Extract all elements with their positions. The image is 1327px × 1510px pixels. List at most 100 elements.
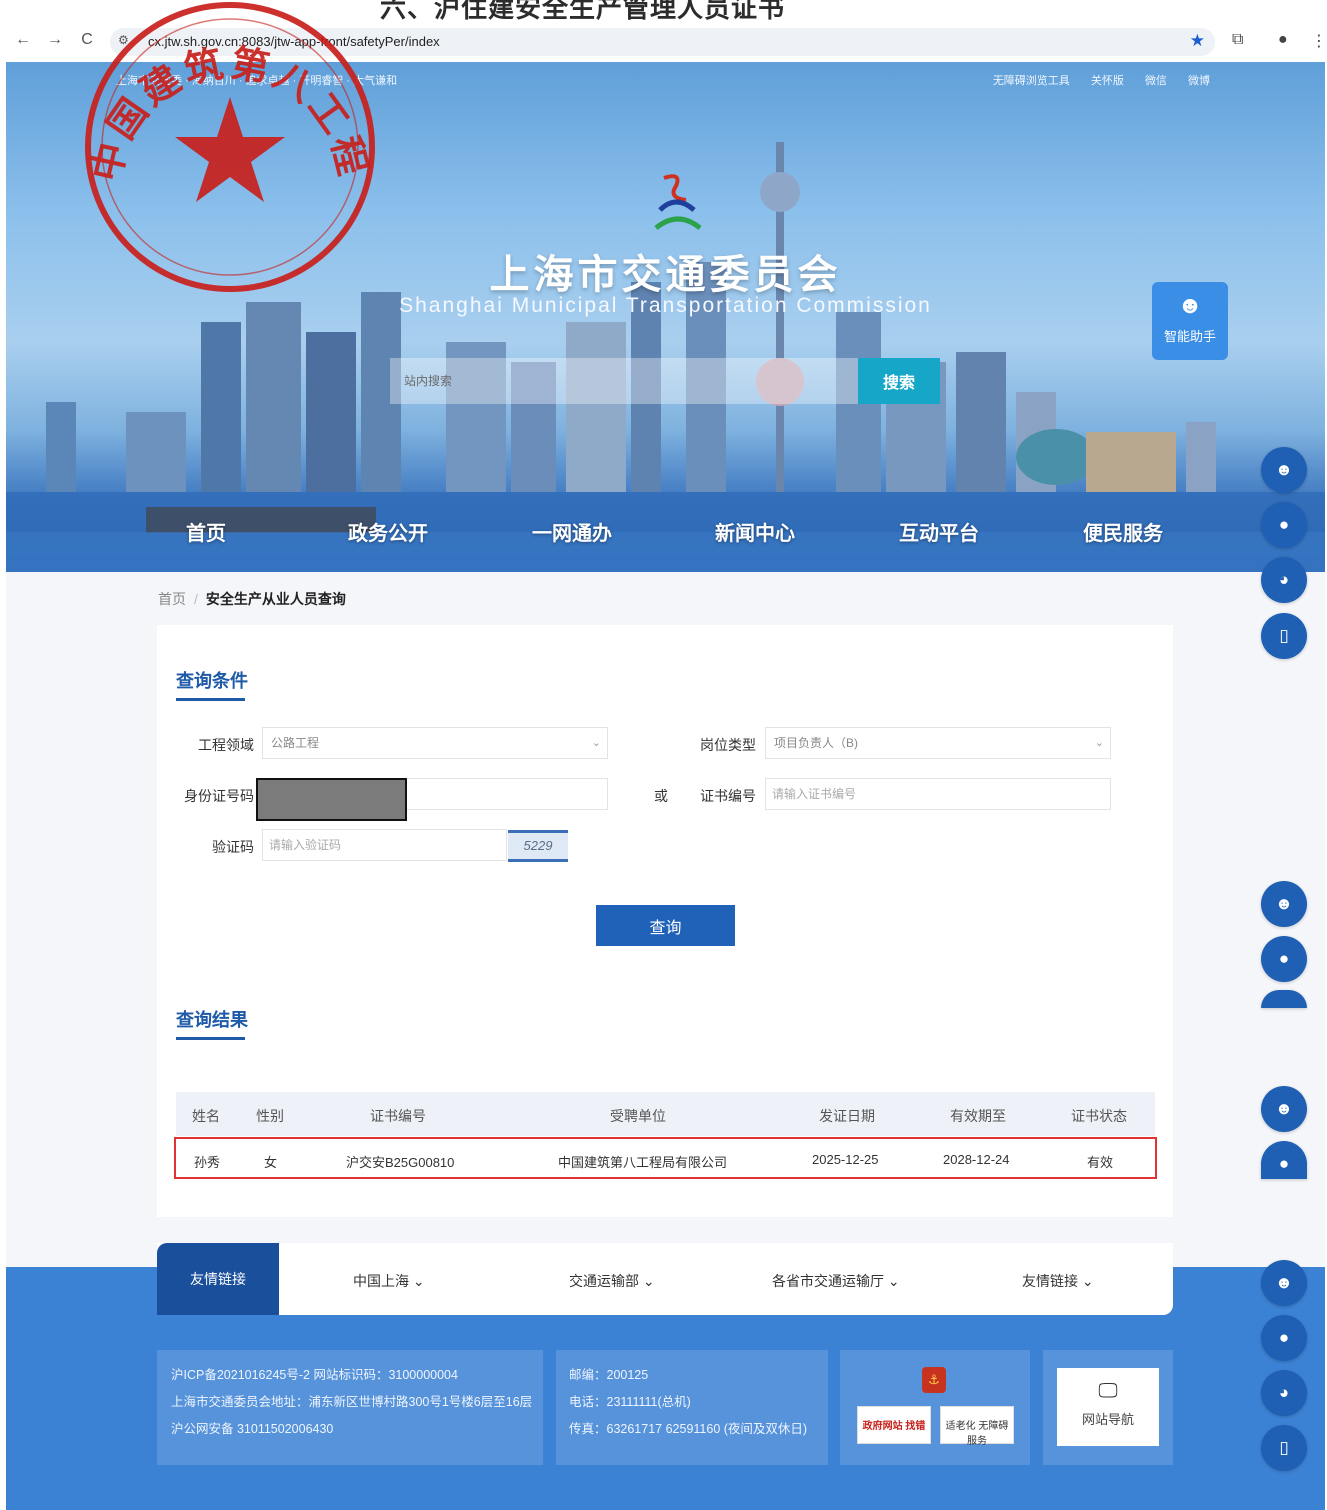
smart-assistant-button[interactable]: ☻ 智能助手 — [1152, 282, 1228, 360]
captcha-label: 验证码 — [212, 839, 254, 855]
nav-home[interactable]: 首页 — [186, 517, 226, 546]
party-emblem-icon[interactable]: ⚓ — [922, 1367, 946, 1393]
icp-line[interactable]: 沪ICP备2021016245号-2 网站标识码：3100000004 — [171, 1364, 458, 1383]
nav-interaction[interactable]: 互动平台 — [899, 517, 979, 546]
robot-assistant-icon[interactable]: ☻ — [1261, 881, 1307, 927]
postcode-line: 邮编：200125 — [569, 1368, 649, 1382]
nav-one-stop[interactable]: 一网通办 — [532, 517, 612, 546]
site-nav-button[interactable]: 🖵 网站导航 — [1057, 1368, 1159, 1446]
col-cert-no: 证书编号 — [370, 1108, 426, 1124]
company-seal-stamp: 中国建筑第八工程局有限公司 — [80, 2, 375, 292]
fax-line: 传真：63261717 62591160 (夜间及双休日) — [569, 1422, 808, 1436]
chevron-down-icon: ⌄ — [1081, 1273, 1094, 1289]
wechat-icon[interactable]: ● — [1261, 936, 1307, 982]
domain-label: 工程领域 — [198, 737, 254, 753]
col-employer: 受聘单位 — [610, 1108, 666, 1124]
assistant-label: 智能助手 — [1163, 329, 1216, 344]
query-button[interactable]: 查询 — [596, 905, 735, 946]
post-select[interactable]: 项目负责人（B) ⌄ — [765, 727, 1111, 759]
results-title: 查询结果 — [176, 1010, 248, 1030]
profile-avatar-icon[interactable]: ● — [1278, 31, 1288, 49]
link-friendly[interactable]: 友情链接 ⌄ — [1022, 1271, 1094, 1291]
col-gender: 性别 — [256, 1108, 284, 1124]
results-table-header: 姓名 性别 证书编号 受聘单位 发证日期 有效期至 证书状态 — [176, 1092, 1155, 1136]
weibo-icon[interactable]: ◕ — [1261, 557, 1307, 603]
or-text: 或 — [654, 788, 668, 804]
breadcrumb-current: 安全生产从业人员查询 — [205, 591, 346, 607]
cell-valid-until: 2028-12-24 — [943, 1152, 1010, 1167]
col-valid-until: 有效期至 — [950, 1108, 1006, 1124]
col-name: 姓名 — [192, 1108, 220, 1124]
link-ministry-transport[interactable]: 交通运输部 ⌄ — [569, 1271, 655, 1291]
chevron-down-icon: ⌄ — [887, 1273, 900, 1289]
cell-issue-date: 2025-12-25 — [812, 1152, 879, 1167]
care-version-link[interactable]: 关怀版 — [1091, 75, 1124, 87]
cell-name: 孙秀 — [194, 1155, 221, 1170]
mobile-icon[interactable]: ▯ — [1261, 1425, 1307, 1471]
wechat-icon[interactable]: ● — [1261, 502, 1307, 548]
redaction-box — [256, 778, 407, 821]
nav-gov-affairs[interactable]: 政务公开 — [348, 517, 428, 546]
cert-number-input[interactable] — [765, 778, 1111, 810]
site-nav-label: 网站导航 — [1081, 1412, 1134, 1427]
links-tab-active[interactable]: 友情链接 — [157, 1243, 279, 1315]
accessibility-badge[interactable]: 适老化 无障碍服务 — [940, 1406, 1014, 1447]
back-icon[interactable]: ← — [12, 31, 34, 49]
site-logo-icon — [654, 174, 702, 230]
captcha-image[interactable]: 5229 — [508, 830, 568, 862]
search-button[interactable]: 搜索 — [858, 358, 940, 404]
chevron-down-icon: ⌄ — [1094, 737, 1104, 749]
menu-kebab-icon[interactable]: ⋮ — [1311, 31, 1327, 51]
bookmark-star-icon[interactable]: ★ — [1190, 31, 1205, 51]
title-underline — [176, 698, 245, 701]
top-links: 无障碍浏览工具 关怀版 微信 微博 — [975, 72, 1210, 88]
robot-assistant-icon[interactable]: ☻ — [1261, 447, 1307, 493]
breadcrumb: 首页 / 安全生产从业人员查询 — [158, 591, 346, 607]
gov-site-error-badge[interactable]: 政府网站 找错 — [857, 1406, 931, 1444]
nav-news[interactable]: 新闻中心 — [715, 517, 795, 546]
post-selected: 项目负责人（B) — [774, 736, 859, 750]
police-record-line[interactable]: 沪公网安备 31011502006430 — [171, 1418, 333, 1437]
chevron-down-icon: ⌄ — [591, 737, 601, 749]
site-subtitle: Shanghai Municipal Transportation Commis… — [399, 294, 932, 317]
main-nav: 首页 政务公开 一网通办 新闻中心 互动平台 便民服务 — [6, 517, 1325, 557]
cell-employer: 中国建筑第八工程局有限公司 — [558, 1155, 728, 1170]
phone-line: 电话：23111111(总机) — [569, 1395, 691, 1409]
id-label: 身份证号码 — [184, 788, 254, 804]
robot-assistant-icon[interactable]: ☻ — [1261, 1086, 1307, 1132]
cell-gender: 女 — [264, 1155, 278, 1170]
cell-cert-no: 沪交安B25G00810 — [346, 1155, 455, 1170]
domain-select[interactable]: 公路工程 ⌄ — [262, 727, 608, 759]
friendly-links-bar: 友情链接 中国上海 ⌄ 交通运输部 ⌄ 各省市交通运输厅 ⌄ 友情链接 ⌄ — [157, 1243, 1173, 1315]
extensions-icon[interactable]: ⧉ — [1232, 31, 1243, 49]
post-label: 岗位类型 — [700, 737, 756, 753]
query-conditions-title: 查询条件 — [176, 671, 248, 691]
link-provincial-depts[interactable]: 各省市交通运输厅 ⌄ — [772, 1271, 900, 1291]
wechat-icon[interactable]: ● — [1261, 1315, 1307, 1361]
wechat-link[interactable]: 微信 — [1145, 75, 1167, 87]
table-row: 孙秀 女 沪交安B25G00810 中国建筑第八工程局有限公司 2025-12-… — [174, 1137, 1157, 1179]
monitor-icon: 🖵 — [1098, 1380, 1118, 1402]
title-underline — [176, 1037, 245, 1040]
site-search-input[interactable] — [390, 358, 858, 404]
forward-icon[interactable]: → — [44, 31, 66, 49]
accessibility-link[interactable]: 无障碍浏览工具 — [993, 75, 1070, 87]
robot-assistant-icon[interactable]: ☻ — [1261, 1260, 1307, 1306]
domain-selected: 公路工程 — [271, 736, 320, 750]
breadcrumb-home[interactable]: 首页 — [158, 591, 186, 607]
captcha-input[interactable] — [262, 829, 507, 861]
chevron-down-icon: ⌄ — [412, 1273, 425, 1289]
robot-icon: ☻ — [1177, 292, 1203, 319]
nav-services[interactable]: 便民服务 — [1083, 517, 1163, 546]
wechat-icon[interactable]: ● — [1261, 1141, 1307, 1179]
address-line: 上海市交通委员会地址：浦东新区世博村路300号1号楼6层至16层 — [171, 1395, 533, 1409]
mobile-icon[interactable]: ▯ — [1261, 613, 1307, 659]
weibo-link[interactable]: 微博 — [1188, 75, 1210, 87]
cert-label: 证书编号 — [700, 788, 756, 804]
chevron-down-icon: ⌄ — [642, 1273, 655, 1289]
col-issue-date: 发证日期 — [819, 1108, 875, 1124]
col-status: 证书状态 — [1071, 1108, 1127, 1124]
link-china-shanghai[interactable]: 中国上海 ⌄ — [353, 1271, 425, 1291]
cell-status: 有效 — [1087, 1155, 1114, 1170]
weibo-icon[interactable]: ◕ — [1261, 1370, 1307, 1416]
